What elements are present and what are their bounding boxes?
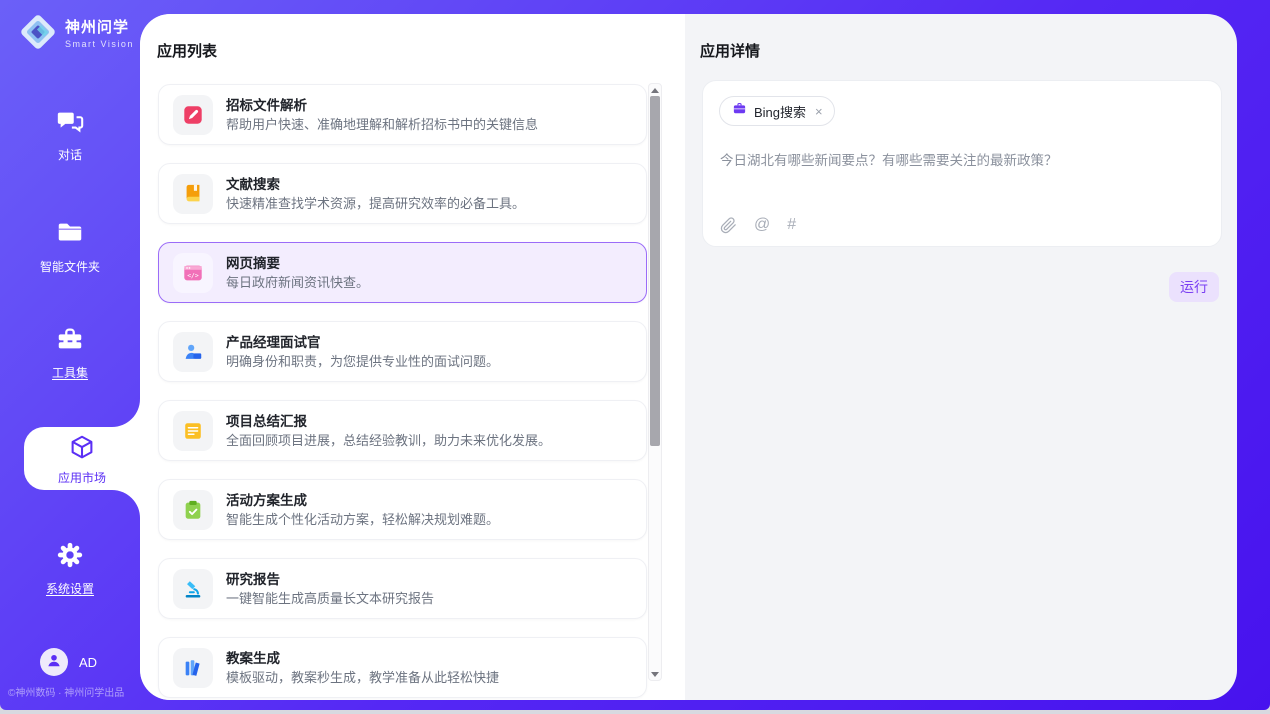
microscope-icon xyxy=(173,569,213,609)
app-card-list: 招标文件解析帮助用户快速、准确地理解和解析招标书中的关键信息文献搜索快速精准查找… xyxy=(158,84,647,698)
app-list-title: 应用列表 xyxy=(157,40,217,61)
brand-name: 神州问学 xyxy=(65,16,134,37)
query-input[interactable]: 今日湖北有哪些新闻要点？有哪些需要关注的最新政策？ xyxy=(720,151,1205,171)
app-card-title: 项目总结汇报 xyxy=(226,413,551,430)
interviewer-icon xyxy=(173,332,213,372)
cube-icon xyxy=(67,433,97,463)
scroll-up-arrow-icon[interactable] xyxy=(649,84,661,96)
app-card[interactable]: 项目总结汇报全面回顾项目进展，总结经验教训，助力未来优化发展。 xyxy=(158,400,647,461)
chat-icon xyxy=(55,106,85,136)
bubble-curve-top xyxy=(112,399,140,427)
brand-diamond-icon xyxy=(18,12,58,52)
tool-chip-label: Bing搜索 xyxy=(754,102,806,121)
paperclip-icon[interactable] xyxy=(720,217,737,234)
sidebar-item-label: 智能文件夹 xyxy=(0,258,140,275)
sidebar-item-label: 工具集 xyxy=(0,364,140,381)
sidebar-item-toolbox[interactable]: 工具集 xyxy=(0,324,140,381)
content-panel: 应用列表 招标文件解析帮助用户快速、准确地理解和解析招标书中的关键信息文献搜索快… xyxy=(140,14,1237,700)
app-card-title: 活动方案生成 xyxy=(226,492,499,509)
pen-square-icon xyxy=(173,95,213,135)
scrollbar-thumb[interactable] xyxy=(650,96,660,446)
sidebar-item-chat[interactable]: 对话 xyxy=(0,106,140,163)
app-card-desc: 智能生成个性化活动方案，轻松解决规划难题。 xyxy=(226,511,499,528)
app-card-desc: 帮助用户快速、准确地理解和解析招标书中的关键信息 xyxy=(226,116,538,133)
app-card[interactable]: 活动方案生成智能生成个性化活动方案，轻松解决规划难题。 xyxy=(158,479,647,540)
app-card-title: 教案生成 xyxy=(226,650,499,667)
bubble-curve-bottom xyxy=(112,490,140,518)
sidebar-item-gear[interactable]: 系统设置 xyxy=(0,540,140,597)
app-detail-pane: 应用详情 Bing搜索 × 今日湖北有哪些新闻要点？有哪些需要关注的最新政策？ … xyxy=(685,14,1237,700)
avatar xyxy=(40,648,68,676)
user-account[interactable]: AD xyxy=(40,648,97,676)
brand-logo: 神州问学 Smart Vision xyxy=(18,12,134,52)
clipboard-check-icon xyxy=(173,490,213,530)
sidebar-item-label: 对话 xyxy=(0,146,140,163)
app-card[interactable]: </> 网页摘要每日政府新闻资讯快查。 xyxy=(158,242,647,303)
app-card-title: 文献搜索 xyxy=(226,176,525,193)
gear-icon xyxy=(55,540,85,570)
books-icon xyxy=(173,648,213,688)
copyright-text: ©神州数码 · 神州问学出品 xyxy=(8,684,142,699)
app-card[interactable]: 产品经理面试官明确身份和职责，为您提供专业性的面试问题。 xyxy=(158,321,647,382)
app-card-desc: 每日政府新闻资讯快查。 xyxy=(226,274,369,291)
briefcase-icon xyxy=(732,101,747,121)
at-icon[interactable]: @ xyxy=(754,216,770,234)
app-card-title: 招标文件解析 xyxy=(226,97,538,114)
toolbox-icon xyxy=(55,324,85,354)
app-card-desc: 明确身份和职责，为您提供专业性的面试问题。 xyxy=(226,353,499,370)
app-list-pane: 应用列表 招标文件解析帮助用户快速、准确地理解和解析招标书中的关键信息文献搜索快… xyxy=(140,14,685,700)
run-button[interactable]: 运行 xyxy=(1169,272,1219,302)
app-card[interactable]: 研究报告一键智能生成高质量长文本研究报告 xyxy=(158,558,647,619)
sidebar-item-folder[interactable]: 智能文件夹 xyxy=(0,218,140,275)
app-detail-card: Bing搜索 × 今日湖北有哪些新闻要点？有哪些需要关注的最新政策？ @# xyxy=(702,80,1222,247)
app-card-title: 研究报告 xyxy=(226,571,434,588)
app-card[interactable]: 教案生成模板驱动，教案秒生成，教学准备从此轻松快捷 xyxy=(158,637,647,698)
browser-code-icon: </> xyxy=(173,253,213,293)
app-card-desc: 全面回顾项目进展，总结经验教训，助力未来优化发展。 xyxy=(226,432,551,449)
app-frame: 神州问学 Smart Vision 对话智能文件夹工具集应用市场系统设置 AD … xyxy=(0,0,1270,710)
app-card-desc: 一键智能生成高质量长文本研究报告 xyxy=(226,590,434,607)
sidebar-item-label: 应用市场 xyxy=(24,469,140,486)
tool-chip[interactable]: Bing搜索 × xyxy=(719,96,835,126)
scrollbar[interactable] xyxy=(648,83,662,681)
app-detail-title: 应用详情 xyxy=(700,40,760,61)
app-card[interactable]: 招标文件解析帮助用户快速、准确地理解和解析招标书中的关键信息 xyxy=(158,84,647,145)
app-card-title: 网页摘要 xyxy=(226,255,369,272)
app-card[interactable]: 文献搜索快速精准查找学术资源，提高研究效率的必备工具。 xyxy=(158,163,647,224)
note-icon xyxy=(173,411,213,451)
app-card-title: 产品经理面试官 xyxy=(226,334,499,351)
user-name: AD xyxy=(79,655,97,670)
hash-icon[interactable]: # xyxy=(787,216,796,234)
brand-subtitle: Smart Vision xyxy=(65,39,134,49)
sidebar-item-label: 系统设置 xyxy=(0,580,140,597)
chip-close-icon[interactable]: × xyxy=(815,104,823,119)
folder-icon xyxy=(55,218,85,248)
book-icon xyxy=(173,174,213,214)
sidebar: 神州问学 Smart Vision 对话智能文件夹工具集应用市场系统设置 AD … xyxy=(0,0,140,710)
app-card-desc: 模板驱动，教案秒生成，教学准备从此轻松快捷 xyxy=(226,669,499,686)
svg-text:</>: </> xyxy=(187,271,199,279)
scroll-down-arrow-icon[interactable] xyxy=(649,668,661,680)
composer-toolbar: @# xyxy=(720,216,796,234)
app-card-desc: 快速精准查找学术资源，提高研究效率的必备工具。 xyxy=(226,195,525,212)
sidebar-item-cube[interactable]: 应用市场 xyxy=(24,427,140,490)
